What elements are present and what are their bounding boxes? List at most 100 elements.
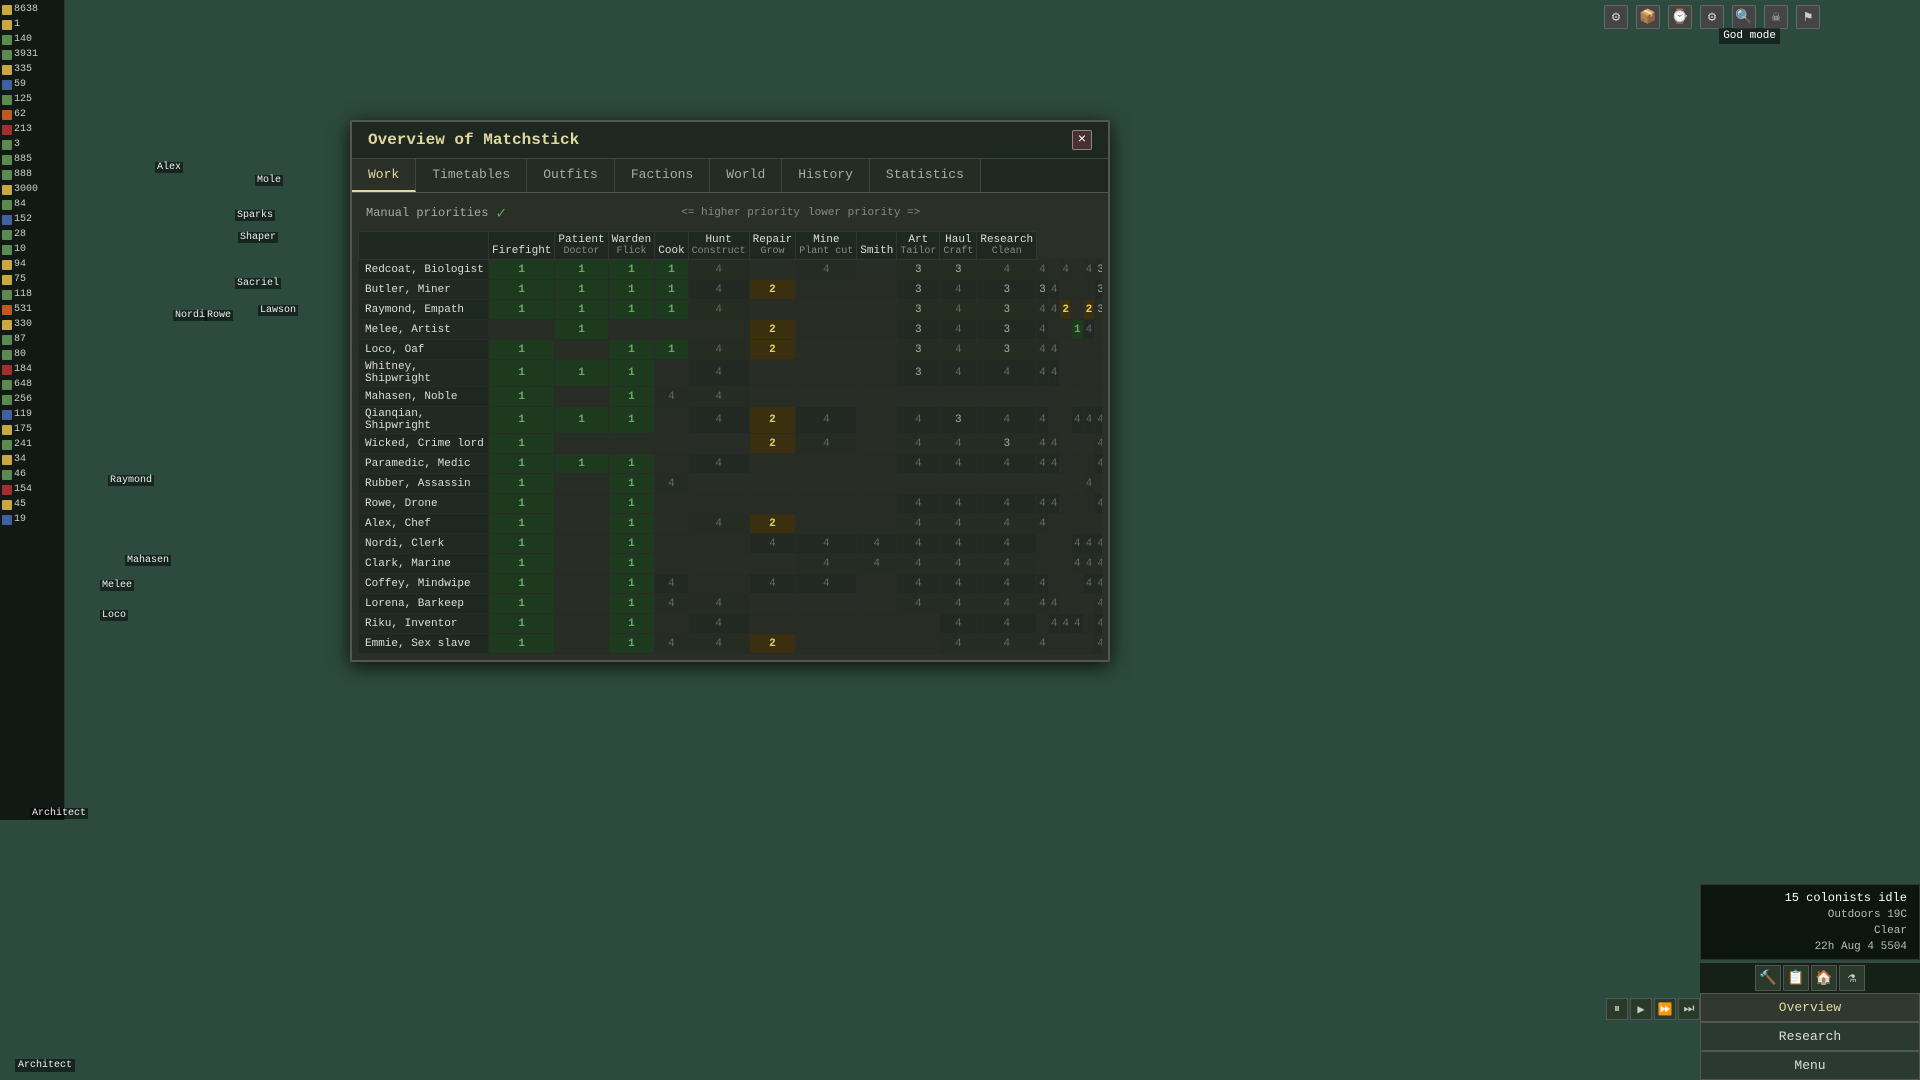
work-cell[interactable]: 4 — [977, 574, 1037, 594]
work-cell[interactable]: 1 — [608, 534, 655, 554]
work-cell[interactable]: . — [857, 514, 897, 534]
work-cell[interactable]: 1 — [608, 554, 655, 574]
work-cell[interactable]: 4 — [796, 574, 857, 594]
work-cell[interactable]: . — [796, 494, 857, 514]
work-cell[interactable]: . — [749, 594, 796, 614]
work-cell[interactable]: . — [796, 474, 857, 494]
work-cell[interactable]: 1 — [489, 574, 555, 594]
work-cell[interactable]: . — [857, 387, 897, 407]
work-cell[interactable]: . — [1083, 614, 1095, 634]
work-cell[interactable]: . — [1048, 407, 1060, 434]
work-cell[interactable]: . — [688, 474, 749, 494]
colonist-name[interactable]: Loco, Oaf — [359, 340, 489, 360]
work-cell[interactable]: 4 — [940, 320, 977, 340]
work-cell[interactable]: . — [1060, 340, 1072, 360]
work-cell[interactable]: . — [489, 320, 555, 340]
work-cell[interactable]: 4 — [1071, 554, 1083, 574]
work-cell[interactable]: . — [608, 434, 655, 454]
work-cell[interactable]: 3 — [897, 360, 940, 387]
work-cell[interactable]: . — [1071, 634, 1083, 654]
hud-bottom-3[interactable]: 🏠 — [1811, 965, 1837, 991]
work-cell[interactable]: . — [749, 474, 796, 494]
work-cell[interactable]: . — [555, 594, 608, 614]
overview-button[interactable]: Overview — [1700, 993, 1920, 1022]
work-cell[interactable]: 3 — [1095, 260, 1102, 280]
work-cell[interactable]: 2 — [749, 320, 796, 340]
work-cell[interactable]: 4 — [1037, 454, 1049, 474]
work-cell[interactable]: 3 — [977, 300, 1037, 320]
fast-button[interactable]: ⏩ — [1654, 998, 1676, 1020]
work-cell[interactable]: . — [1071, 340, 1083, 360]
work-cell[interactable]: . — [857, 434, 897, 454]
work-cell[interactable]: 4 — [688, 614, 749, 634]
work-cell[interactable]: 4 — [897, 554, 940, 574]
work-cell[interactable]: 1 — [608, 387, 655, 407]
work-cell[interactable]: . — [688, 320, 749, 340]
manual-priorities-check[interactable]: ✓ — [496, 203, 506, 223]
work-cell[interactable]: . — [857, 407, 897, 434]
work-cell[interactable]: 1 — [655, 300, 688, 320]
work-cell[interactable]: 4 — [977, 614, 1037, 634]
work-cell[interactable]: . — [796, 614, 857, 634]
work-cell[interactable]: 3 — [1037, 280, 1049, 300]
work-cell[interactable]: 2 — [749, 434, 796, 454]
work-cell[interactable]: 4 — [1095, 434, 1102, 454]
work-cell[interactable]: . — [1060, 514, 1072, 534]
colonist-name[interactable]: Wicked, Crime lord — [359, 434, 489, 454]
work-cell[interactable]: . — [655, 514, 688, 534]
work-cell[interactable]: . — [688, 534, 749, 554]
work-cell[interactable]: 4 — [940, 494, 977, 514]
work-cell[interactable]: . — [1048, 514, 1060, 534]
work-cell[interactable]: 4 — [940, 594, 977, 614]
work-cell[interactable]: 1 — [555, 260, 608, 280]
work-cell[interactable]: . — [555, 514, 608, 534]
work-cell[interactable]: 4 — [940, 280, 977, 300]
work-cell[interactable]: 4 — [977, 454, 1037, 474]
work-cell[interactable]: 4 — [688, 260, 749, 280]
work-cell[interactable]: . — [655, 534, 688, 554]
work-cell[interactable]: 1 — [489, 360, 555, 387]
work-cell[interactable]: 4 — [1060, 260, 1072, 280]
work-cell[interactable]: 4 — [977, 494, 1037, 514]
work-cell[interactable]: . — [977, 474, 1037, 494]
work-cell[interactable]: 1 — [489, 407, 555, 434]
work-cell[interactable]: . — [1071, 574, 1083, 594]
work-cell[interactable]: 4 — [1095, 534, 1102, 554]
work-cell[interactable]: 4 — [1037, 514, 1049, 534]
work-cell[interactable]: 1 — [555, 320, 608, 340]
work-cell[interactable]: 4 — [1071, 614, 1083, 634]
hud-bottom-1[interactable]: 🔨 — [1755, 965, 1781, 991]
work-cell[interactable]: 1 — [489, 634, 555, 654]
work-cell[interactable]: 1 — [555, 407, 608, 434]
work-cell[interactable]: 4 — [1083, 260, 1095, 280]
work-cell[interactable]: 1 — [489, 454, 555, 474]
tab-history[interactable]: History — [782, 159, 870, 192]
work-cell[interactable]: . — [1071, 434, 1083, 454]
work-cell[interactable]: . — [1048, 260, 1060, 280]
work-cell[interactable]: . — [1060, 387, 1072, 407]
work-cell[interactable]: . — [1083, 434, 1095, 454]
work-cell[interactable]: . — [1071, 300, 1083, 320]
work-cell[interactable]: 3 — [940, 407, 977, 434]
work-cell[interactable]: 1 — [608, 407, 655, 434]
work-cell[interactable]: . — [1048, 474, 1060, 494]
work-cell[interactable]: . — [857, 574, 897, 594]
work-cell[interactable]: . — [1071, 280, 1083, 300]
work-cell[interactable]: 1 — [489, 494, 555, 514]
work-cell[interactable]: 4 — [897, 407, 940, 434]
work-cell[interactable]: 4 — [940, 614, 977, 634]
work-cell[interactable]: . — [857, 454, 897, 474]
work-cell[interactable]: 4 — [1095, 454, 1102, 474]
work-cell[interactable]: . — [749, 614, 796, 634]
work-cell[interactable]: . — [940, 387, 977, 407]
work-cell[interactable]: . — [897, 634, 940, 654]
work-cell[interactable]: 4 — [977, 360, 1037, 387]
work-cell[interactable]: . — [1048, 574, 1060, 594]
work-cell[interactable]: 1 — [489, 280, 555, 300]
work-cell[interactable]: 2 — [749, 340, 796, 360]
work-cell[interactable]: 1 — [608, 300, 655, 320]
work-cell[interactable]: . — [857, 300, 897, 320]
work-cell[interactable]: 4 — [897, 454, 940, 474]
work-cell[interactable]: 4 — [1037, 634, 1049, 654]
work-cell[interactable]: . — [1060, 320, 1072, 340]
